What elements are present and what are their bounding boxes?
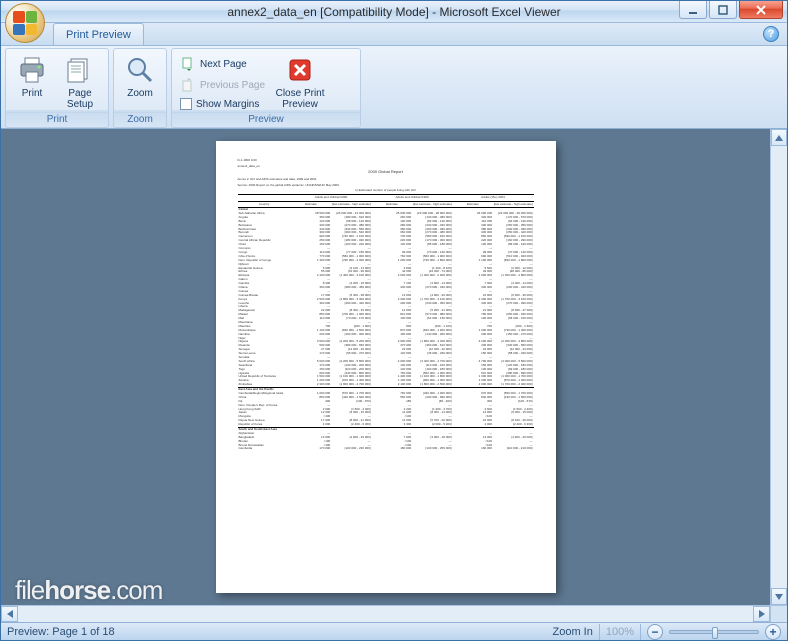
scroll-track-h[interactable] bbox=[18, 606, 753, 622]
vertical-scrollbar[interactable] bbox=[770, 129, 787, 605]
window-title: annex2_data_en [Compatibility Mode] - Mi… bbox=[1, 5, 787, 19]
page-next-icon bbox=[180, 56, 196, 72]
status-zoom-pct[interactable]: 100% bbox=[606, 626, 634, 638]
previous-page-button: Previous Page bbox=[176, 75, 269, 95]
page-setup-button[interactable]: Page Setup bbox=[56, 52, 104, 112]
close-preview-icon bbox=[284, 54, 316, 86]
zoom-slider[interactable] bbox=[669, 630, 759, 634]
window-controls bbox=[679, 1, 783, 19]
status-zoom-label[interactable]: Zoom In bbox=[553, 626, 593, 638]
page-setup-icon bbox=[64, 54, 96, 86]
group-label-print: Print bbox=[6, 112, 108, 127]
maximize-button[interactable] bbox=[709, 1, 737, 19]
zoom-slider-thumb[interactable] bbox=[712, 627, 718, 639]
app-window: annex2_data_en [Compatibility Mode] - Mi… bbox=[0, 0, 788, 641]
scroll-left-button[interactable] bbox=[1, 606, 18, 622]
magnifier-icon bbox=[124, 54, 156, 86]
scroll-track-v[interactable] bbox=[771, 146, 787, 588]
minimize-button[interactable] bbox=[679, 1, 707, 19]
office-button[interactable] bbox=[5, 3, 45, 43]
checkbox-icon bbox=[180, 98, 192, 110]
zoom-button[interactable]: Zoom bbox=[118, 52, 162, 101]
titlebar: annex2_data_en [Compatibility Mode] - Mi… bbox=[1, 1, 787, 23]
close-print-preview-button[interactable]: Close Print Preview bbox=[271, 52, 329, 112]
help-button[interactable]: ? bbox=[763, 26, 779, 42]
zoom-control: − + bbox=[647, 624, 781, 640]
scroll-right-button[interactable] bbox=[753, 606, 770, 622]
ribbon: Print Page Setup Print Zoom bbox=[1, 46, 787, 129]
tab-print-preview[interactable]: Print Preview bbox=[53, 23, 144, 45]
next-page-button[interactable]: Next Page bbox=[176, 54, 269, 74]
ribbon-group-print: Print Page Setup Print bbox=[5, 48, 109, 128]
preview-canvas[interactable]: D-1-1800 0.00annex2_data_en 2000 Global … bbox=[1, 129, 770, 605]
preview-area: D-1-1800 0.00annex2_data_en 2000 Global … bbox=[1, 129, 787, 605]
horizontal-scrollbar[interactable] bbox=[1, 605, 770, 622]
office-logo-icon bbox=[13, 11, 37, 35]
zoom-in-button[interactable]: + bbox=[765, 624, 781, 640]
print-button[interactable]: Print bbox=[10, 52, 54, 101]
scroll-up-button[interactable] bbox=[771, 129, 787, 146]
scroll-corner bbox=[770, 605, 787, 622]
page-prev-icon bbox=[180, 77, 196, 93]
scroll-down-button[interactable] bbox=[771, 588, 787, 605]
zoom-out-button[interactable]: − bbox=[647, 624, 663, 640]
printer-icon bbox=[16, 54, 48, 86]
status-page-info: Preview: Page 1 of 18 bbox=[7, 626, 115, 638]
group-label-zoom: Zoom bbox=[114, 112, 166, 127]
group-label-preview: Preview bbox=[172, 112, 360, 127]
close-button[interactable] bbox=[739, 1, 783, 19]
ribbon-group-zoom: Zoom Zoom bbox=[113, 48, 167, 128]
ribbon-tabs: Print Preview ? bbox=[1, 23, 787, 46]
ribbon-group-preview: Next Page Previous Page Show Margins bbox=[171, 48, 361, 128]
show-margins-toggle[interactable]: Show Margins bbox=[176, 96, 269, 112]
status-bar: Preview: Page 1 of 18 Zoom In 100% − + bbox=[1, 622, 787, 640]
page-preview: D-1-1800 0.00annex2_data_en 2000 Global … bbox=[216, 141, 556, 593]
